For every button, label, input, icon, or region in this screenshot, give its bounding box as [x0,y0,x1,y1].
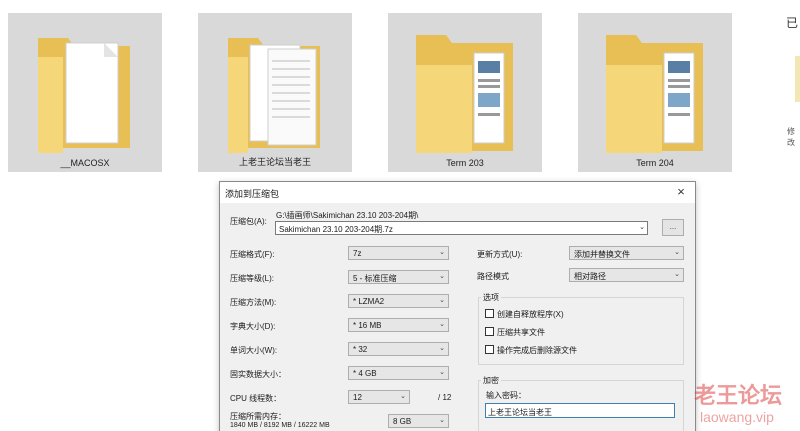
delete-checkbox[interactable] [485,345,494,354]
folder-tile-macosx[interactable]: __MACOSX [8,13,162,172]
format-label: 压缩格式(F): [230,250,275,259]
folder-label: __MACOSX [60,158,110,168]
watermark-logo: 老王论坛 [694,383,783,408]
dict-label: 字典大小(D): [230,322,276,331]
pathmode-value: 相对路径 [574,272,606,281]
archive-label: 压缩包(A): [230,217,267,226]
pathmode-label: 路径模式 [477,272,509,281]
side-panel-modified: 修改 [787,127,795,147]
side-panel-text: 已 [786,16,799,30]
folder-label: 上老王论坛当老王 [238,157,311,167]
sfx-label: 创建自释放程序(X) [497,310,564,319]
cpu-select[interactable]: 12 ⌄ [348,390,410,404]
solid-label: 固实数据大小： [230,370,286,379]
encryption-title: 加密 [481,375,501,386]
browse-button[interactable]: ... [662,219,684,236]
archive-path: G:\插画师\Sakimichan 23.10 203-204期\ [276,211,419,220]
format-value: 7z [353,249,362,258]
memory-values: 1840 MB / 8192 MB / 16222 MB [230,422,330,429]
memory-select[interactable]: 8 GB ⌄ [388,414,449,428]
folder-icon [606,35,703,153]
chevron-down-icon: ⌄ [439,369,445,376]
folder-icon [228,38,320,153]
options-title: 选项 [481,292,501,303]
side-panel-thumbnail [795,56,800,102]
update-label: 更新方式(U): [477,250,523,259]
folder-icon [38,38,130,153]
dialog-titlebar[interactable]: 添加到压缩包 × [220,182,695,203]
method-select[interactable]: * LZMA2 ⌄ [348,294,449,308]
archive-name-combo[interactable]: Sakimichan 23.10 203-204期.7z ⌄ [275,221,648,235]
memory-value: 8 GB [393,417,412,426]
memory-label: 压缩所需内存： [230,412,286,421]
watermark-url: laowang.vip [700,409,774,425]
folder-tile-term-203[interactable]: Term 203 [388,13,542,172]
dict-select[interactable]: * 16 MB ⌄ [348,318,449,332]
word-select[interactable]: * 32 ⌄ [348,342,449,356]
archive-name-value: Sakimichan 23.10 203-204期.7z [279,225,393,234]
dict-value: * 16 MB [353,321,382,330]
folder-label: Term 203 [446,158,484,168]
chevron-down-icon: ⌄ [439,345,445,352]
folder-icon [416,35,513,153]
cpu-value: 12 [353,393,362,402]
dialog-title: 添加到压缩包 [225,189,280,199]
chevron-down-icon: ⌄ [439,249,445,256]
chevron-down-icon: ⌄ [674,249,680,256]
shared-label: 压缩共享文件 [497,328,545,337]
screen: __MACOSX 上老王论坛当老王 Term 203 Term 204 已 修改… [0,0,800,431]
delete-label: 操作完成后删除源文件 [497,346,577,355]
chevron-down-icon: ⌄ [400,393,406,400]
shared-checkbox[interactable] [485,327,494,336]
update-select[interactable]: 添加并替换文件 ⌄ [569,246,684,260]
password-label: 输入密码： [486,391,526,400]
cpu-label: CPU 线程数： [230,394,282,403]
word-value: * 32 [353,345,368,354]
folder-label: Term 204 [636,158,674,168]
chevron-down-icon: ⌄ [674,271,680,278]
sfx-checkbox[interactable] [485,309,494,318]
pathmode-select[interactable]: 相对路径 ⌄ [569,268,684,282]
level-label: 压缩等级(L): [230,274,274,283]
chevron-down-icon: ⌄ [439,273,445,280]
close-button[interactable]: × [673,184,689,200]
folder-tile-term-204[interactable]: Term 204 [578,13,732,172]
chevron-down-icon: ⌄ [639,224,645,231]
solid-select[interactable]: * 4 GB ⌄ [348,366,449,380]
chevron-down-icon: ⌄ [439,297,445,304]
password-input[interactable]: 上老王论坛当老王 [485,403,675,418]
add-to-archive-dialog: 添加到压缩包 × 压缩包(A): G:\插画师\Sakimichan 23.10… [219,181,696,431]
method-value: * LZMA2 [353,297,385,306]
level-value: 5 - 标准压缩 [353,274,397,283]
method-label: 压缩方法(M): [230,298,277,307]
folder-tile-laowang[interactable]: 上老王论坛当老王 [198,13,352,172]
cpu-total: / 12 [438,393,452,402]
chevron-down-icon: ⌄ [439,321,445,328]
word-label: 单词大小(W): [230,346,278,355]
format-select[interactable]: 7z ⌄ [348,246,449,260]
level-select[interactable]: 5 - 标准压缩 ⌄ [348,270,449,284]
update-value: 添加并替换文件 [574,250,630,259]
solid-value: * 4 GB [353,369,377,378]
chevron-down-icon: ⌄ [439,417,445,424]
